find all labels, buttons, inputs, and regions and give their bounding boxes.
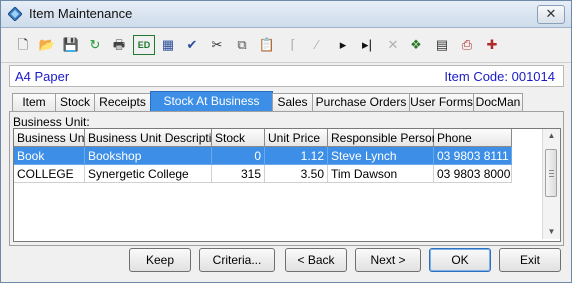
tab-docman[interactable]: DocMan	[473, 93, 523, 111]
criteria-button[interactable]: Criteria...	[199, 248, 275, 272]
back-button-label: < Back	[297, 253, 335, 267]
close-button[interactable]: ✕	[537, 5, 565, 24]
previous-record-icon[interactable]: ⁄	[307, 35, 327, 55]
business-unit-grid[interactable]: ▲ ▼ Business Unit Business Unit Descripti…	[13, 128, 561, 242]
column-header[interactable]: Business Unit	[14, 129, 90, 147]
print-icon[interactable]: 🖶	[109, 35, 129, 55]
paste-icon[interactable]: 📋	[257, 35, 277, 55]
column-header[interactable]: Responsible Person	[328, 129, 438, 147]
cell-stock: 315	[212, 165, 265, 183]
item-name: A4 Paper	[15, 69, 70, 84]
scroll-down-arrow-icon[interactable]: ▼	[543, 225, 560, 239]
tab-strip: ItemStockReceiptsStock At Business Units…	[9, 91, 562, 127]
item-code: Item Code: 001014	[444, 69, 555, 84]
media-icon[interactable]: ▤	[432, 35, 452, 55]
tab-user-forms[interactable]: User Forms	[409, 93, 474, 111]
exit-button-label: Exit	[519, 253, 540, 267]
scroll-up-arrow-icon[interactable]: ▲	[543, 129, 560, 143]
column-header[interactable]: Phone	[434, 129, 512, 147]
calculator-icon[interactable]: ▦	[158, 35, 178, 55]
tab-stock-at-business-units[interactable]: Stock At Business Units	[150, 91, 273, 127]
cell-phone: 03 9803 8111	[434, 147, 512, 165]
tab-receipts[interactable]: Receipts	[94, 93, 151, 111]
tab-item[interactable]: Item	[12, 93, 56, 111]
item-header: A4 Paper Item Code: 001014	[9, 65, 564, 87]
copy-icon[interactable]: ⧉	[232, 35, 252, 55]
column-header[interactable]: Unit Price	[265, 129, 328, 147]
next-button-label: Next >	[370, 253, 406, 267]
column-header[interactable]: Business Unit Description	[85, 129, 225, 147]
grid-settings-icon[interactable]: ❖	[406, 35, 426, 55]
last-record-icon[interactable]: ▸|	[357, 35, 377, 55]
ok-button-label: OK	[451, 253, 469, 267]
cell-price: 1.12	[265, 147, 328, 165]
print-labels-icon[interactable]: ⎙	[457, 35, 477, 55]
cell-person: Steve Lynch	[328, 147, 434, 165]
refresh-icon[interactable]: ↻	[85, 35, 105, 55]
app-diamond-icon	[8, 7, 22, 21]
keep-button-label: Keep	[145, 253, 175, 267]
next-button[interactable]: Next >	[355, 248, 421, 272]
title-bar: Item Maintenance ✕	[1, 1, 571, 28]
cell-price: 3.50	[265, 165, 328, 183]
spellcheck-icon[interactable]: ✔	[182, 35, 202, 55]
close-icon: ✕	[545, 6, 557, 21]
tab-sales[interactable]: Sales	[272, 93, 313, 111]
cell-description: Bookshop	[85, 147, 212, 165]
delete-icon[interactable]: ✕	[383, 35, 403, 55]
save-icon[interactable]: 💾	[61, 35, 81, 55]
add-task-icon[interactable]: ✚	[482, 35, 502, 55]
tab-purchase-orders[interactable]: Purchase Orders	[312, 93, 410, 111]
back-button[interactable]: < Back	[285, 248, 347, 272]
keep-button[interactable]: Keep	[129, 248, 191, 272]
stock-at-business-units-panel: Business Unit: ▲ ▼ Business Unit Business…	[9, 111, 564, 246]
cell-unit: COLLEGE	[14, 165, 85, 183]
cell-unit: Book	[14, 147, 85, 165]
cut-icon[interactable]: ✂	[207, 35, 227, 55]
exit-button[interactable]: Exit	[499, 248, 561, 272]
criteria-button-label: Criteria...	[212, 253, 262, 267]
item-maintenance-window: Item Maintenance ✕ 🗋 📂 💾 ↻ 🖶 ED ▦ ✔ ✂ ⧉ 📋 ⌈ ⁄ ▸ ▸| ✕ ❖ ▤ ⎙…	[0, 0, 572, 283]
open-icon[interactable]: 📂	[37, 35, 57, 55]
tab-stock[interactable]: Stock	[55, 93, 95, 111]
business-unit-label: Business Unit:	[13, 115, 90, 129]
cell-description: Synergetic College	[85, 165, 212, 183]
next-record-icon[interactable]: ▸	[333, 35, 353, 55]
edit-icon[interactable]: ED	[133, 35, 155, 55]
cell-stock: 0	[212, 147, 265, 165]
cell-phone: 03 9803 8000	[434, 165, 512, 183]
first-record-icon[interactable]: ⌈	[283, 35, 303, 55]
window-title: Item Maintenance	[29, 6, 133, 21]
cell-person: Tim Dawson	[328, 165, 434, 183]
new-icon[interactable]: 🗋	[13, 35, 33, 55]
ok-button[interactable]: OK	[429, 248, 491, 272]
vertical-scrollbar[interactable]: ▲ ▼	[542, 129, 560, 239]
column-header[interactable]: Stock	[212, 129, 265, 147]
toolbar: 🗋 📂 💾 ↻ 🖶 ED ▦ ✔ ✂ ⧉ 📋 ⌈ ⁄ ▸ ▸| ✕ ❖ ▤ ⎙ ✚	[1, 28, 571, 63]
scroll-thumb[interactable]	[545, 149, 557, 197]
